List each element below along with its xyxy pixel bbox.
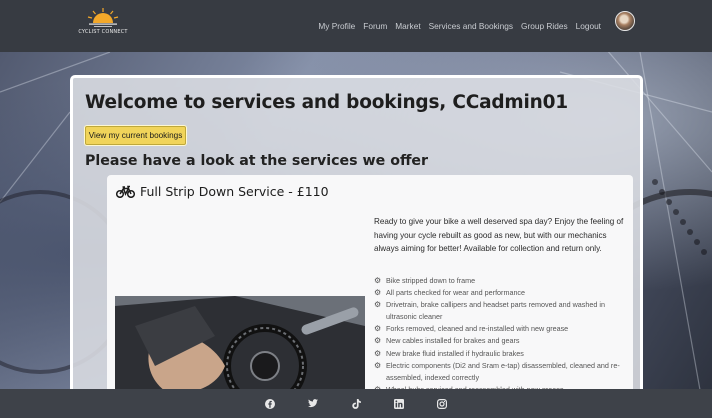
view-bookings-button[interactable]: View my current bookings — [85, 126, 186, 145]
nav-my-profile[interactable]: My Profile — [318, 21, 355, 31]
feature-item: ⚙ Bike stripped down to frame — [374, 276, 476, 285]
service-card: Full Strip Down Service - £110 Ready to … — [107, 175, 633, 392]
sun-logo-icon — [87, 8, 119, 27]
avatar[interactable] — [615, 11, 635, 31]
gear-icon: ⚙ — [374, 300, 382, 310]
feature-item: ⚙ New brake fluid installed if hydraulic … — [374, 348, 524, 358]
gear-icon: ⚙ — [374, 276, 382, 285]
service-description: Ready to give your bike a well deserved … — [374, 217, 624, 253]
gear-icon: ⚙ — [374, 324, 382, 334]
bicycle-icon — [116, 185, 135, 198]
feature-item: ⚙ New cables installed for brakes and gea… — [374, 336, 520, 346]
linkedin-icon[interactable] — [394, 398, 404, 409]
nav-services-and-bookings[interactable]: Services and Bookings — [429, 21, 513, 31]
services-subtitle: Please have a look at the services we of… — [85, 153, 429, 169]
facebook-icon[interactable] — [265, 398, 275, 409]
services-card: Welcome to services and bookings, CCadmi… — [70, 75, 643, 395]
feature-item: ⚙ Drivetrain, brake callipers and headset… — [374, 300, 605, 322]
feature-item: ⚙ Electric components (Di2 and Sram e-tap… — [374, 360, 620, 382]
service-header: Full Strip Down Service - £110 — [116, 184, 329, 199]
page-title: Welcome to services and bookings, CCadmi… — [85, 92, 568, 113]
logo-text: CYCLIST CONNECT — [78, 29, 128, 35]
chainring-photo — [115, 296, 365, 392]
gear-icon: ⚙ — [374, 360, 382, 370]
nav-logout[interactable]: Logout — [576, 21, 601, 31]
feature-item: ⚙ Forks removed, cleaned and re-installed… — [374, 324, 569, 334]
gear-icon: ⚙ — [374, 288, 382, 298]
service-title: Full Strip Down Service - £110 — [140, 184, 329, 199]
footer — [0, 389, 712, 418]
nav-links: My Profile Forum Market Services and Boo… — [318, 0, 601, 52]
twitter-icon[interactable] — [308, 399, 318, 409]
navbar: CYCLIST CONNECT My Profile Forum Market … — [0, 0, 712, 52]
gear-icon: ⚙ — [374, 348, 382, 358]
nav-group-rides[interactable]: Group Rides — [521, 21, 568, 31]
gear-icon: ⚙ — [374, 336, 382, 346]
service-image — [115, 296, 365, 392]
feature-list: ⚙ Bike stripped down to frame ⚙ All parts … — [374, 275, 626, 392]
nav-market[interactable]: Market — [395, 21, 420, 31]
tiktok-icon[interactable] — [351, 398, 361, 409]
instagram-icon[interactable] — [437, 398, 447, 409]
logo[interactable]: CYCLIST CONNECT — [78, 6, 127, 36]
nav-forum[interactable]: Forum — [363, 21, 387, 31]
feature-item: ⚙ All parts checked for wear and performa… — [374, 288, 526, 298]
